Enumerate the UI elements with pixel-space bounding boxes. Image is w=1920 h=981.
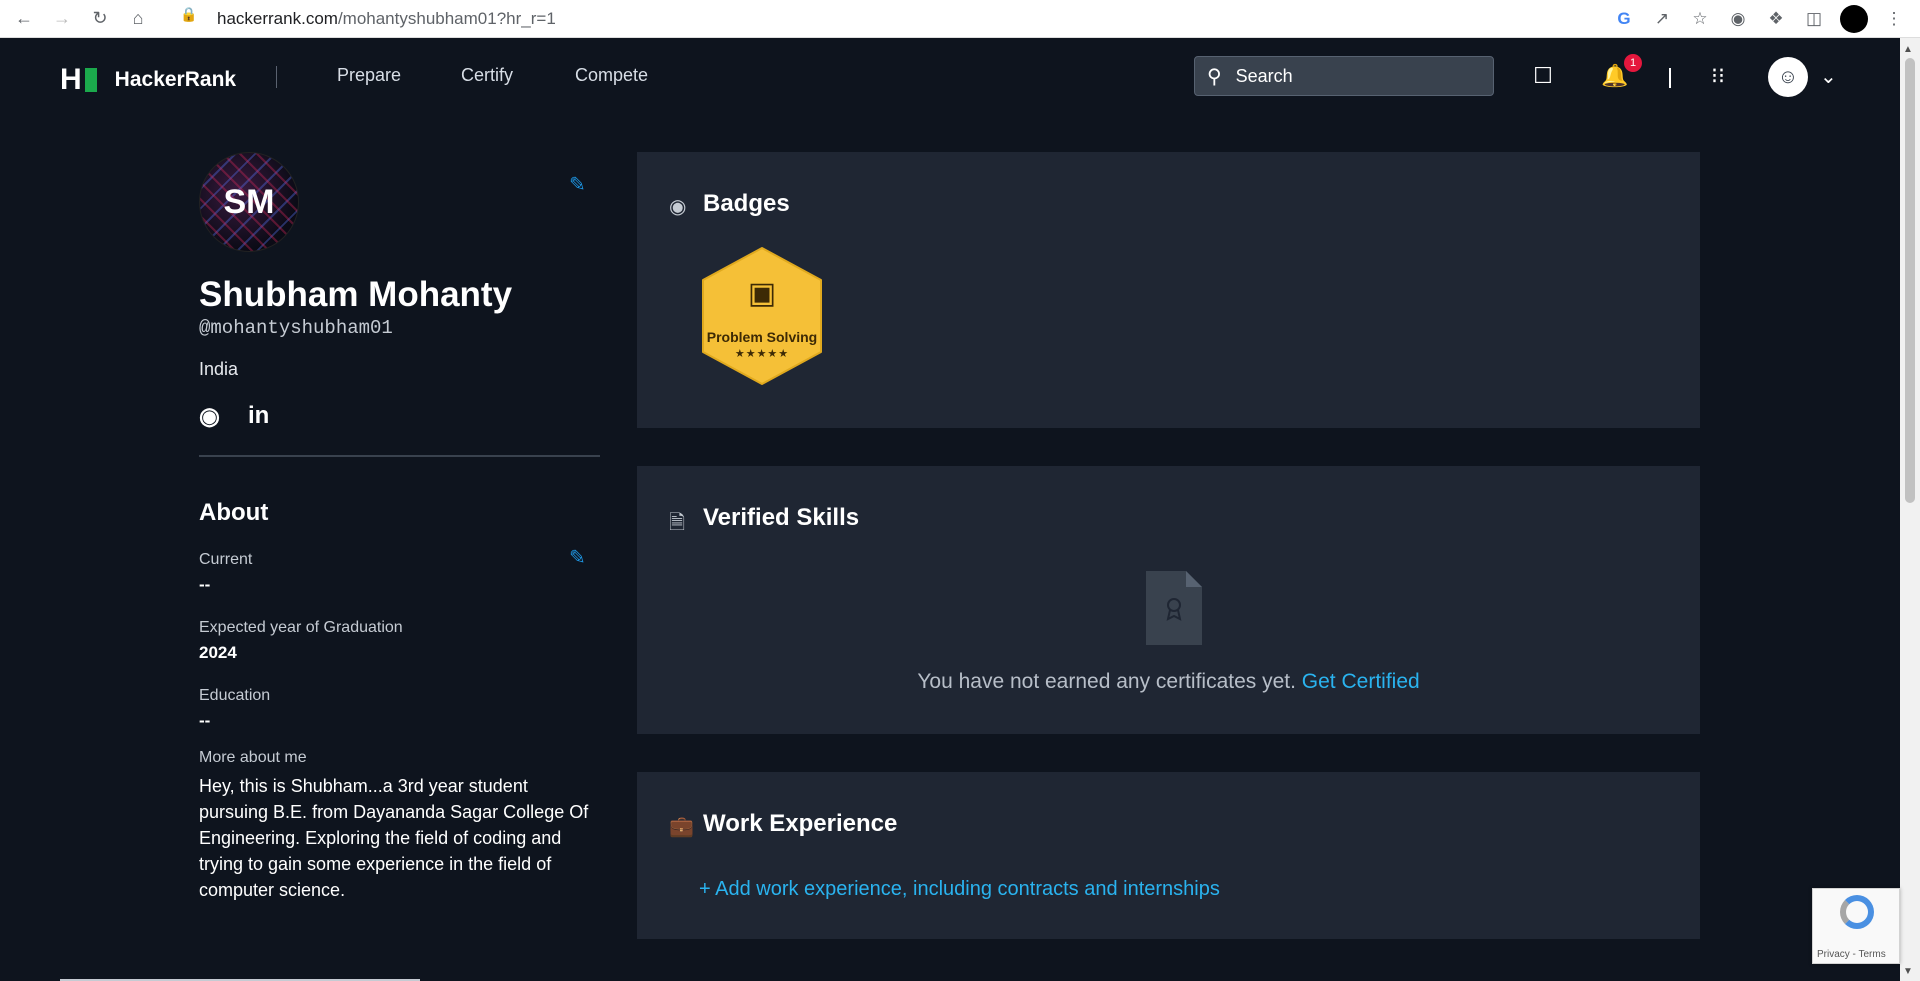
url-host: hackerrank.com bbox=[217, 9, 338, 28]
add-work-experience-link[interactable]: + Add work experience, including contrac… bbox=[699, 878, 1220, 901]
menu-dots-icon[interactable]: ⋮ bbox=[1882, 9, 1906, 29]
graduation-value: 2024 bbox=[199, 642, 237, 662]
edit-profile-icon[interactable]: ✎ bbox=[569, 172, 586, 197]
badges-title: Badges bbox=[703, 190, 790, 217]
no-certificates-text: You have not earned any certificates yet… bbox=[917, 670, 1296, 693]
recaptcha-footer[interactable]: Privacy - Terms bbox=[1817, 949, 1886, 960]
browser-actions: G ↗ ☆ ◉ ❖ ◫ ⋮ bbox=[1612, 5, 1906, 33]
share-icon[interactable]: ↗ bbox=[1650, 9, 1674, 29]
sidebar-icon[interactable]: ◫ bbox=[1802, 9, 1826, 29]
certificate-placeholder-icon bbox=[1146, 571, 1202, 645]
nav-divider bbox=[276, 66, 277, 88]
github-icon[interactable]: ◉ bbox=[199, 402, 220, 431]
lock-icon[interactable]: 🔒 bbox=[180, 6, 197, 23]
url-path: /mohantyshubham01?hr_r=1 bbox=[337, 9, 556, 28]
logo-letter: H bbox=[60, 63, 82, 96]
puzzle-icon[interactable]: ❖ bbox=[1764, 9, 1788, 29]
document-icon: 🗎 bbox=[669, 512, 686, 534]
more-about-label: More about me bbox=[199, 748, 307, 766]
badge-label: Problem Solving bbox=[706, 328, 818, 345]
more-about-text: Hey, this is Shubham...a 3rd year studen… bbox=[199, 775, 589, 900]
profile-sidebar: SM ✎ Shubham Mohanty @mohantyshubham01 I… bbox=[199, 152, 600, 903]
address-bar[interactable]: hackerrank.com/mohantyshubham01?hr_r=1 bbox=[217, 4, 556, 34]
logo-mark-icon: H bbox=[60, 65, 97, 95]
notification-count-badge: 1 bbox=[1624, 54, 1642, 72]
reload-icon[interactable]: ↻ bbox=[86, 5, 114, 33]
badge-problem-solving[interactable]: ▣ Problem Solving ★★★★★ bbox=[699, 246, 825, 386]
current-value: -- bbox=[199, 574, 211, 594]
graduation-label: Expected year of Graduation bbox=[199, 618, 403, 636]
messages-icon[interactable]: ☐ bbox=[1527, 60, 1559, 92]
google-icon[interactable]: G bbox=[1612, 9, 1636, 29]
avatar-initials: SM bbox=[223, 182, 275, 221]
site-navbar: H HackerRank Prepare Certify Compete ⚲ ☐… bbox=[0, 38, 1900, 115]
current-label: Current bbox=[199, 550, 253, 568]
scrollbar-thumb[interactable] bbox=[1905, 58, 1915, 503]
nav-prepare[interactable]: Prepare bbox=[337, 65, 401, 86]
scroll-up-icon[interactable]: ▲ bbox=[1903, 44, 1913, 55]
profile-country: India bbox=[199, 358, 239, 379]
nav-compete[interactable]: Compete bbox=[575, 65, 648, 86]
brand-name: HackerRank bbox=[114, 68, 237, 91]
badge-stars: ★★★★★ bbox=[734, 347, 790, 360]
profile-name: Shubham Mohanty bbox=[199, 275, 513, 314]
forward-icon[interactable]: → bbox=[48, 5, 76, 33]
logo-green-square bbox=[84, 68, 97, 92]
search-box[interactable]: ⚲ bbox=[1194, 56, 1494, 96]
work-experience-panel: 💼 Work Experience + Add work experience,… bbox=[637, 772, 1700, 939]
briefcase-icon: 💼 bbox=[669, 816, 694, 838]
verified-skills-panel: 🗎 Verified Skills You have not earned an… bbox=[637, 466, 1700, 734]
profile-divider bbox=[199, 454, 600, 457]
about-title: About bbox=[199, 498, 269, 526]
badge-cube-icon: ▣ bbox=[747, 277, 777, 310]
search-input[interactable] bbox=[1235, 65, 1466, 87]
chevron-down-icon[interactable]: ⌄ bbox=[1820, 64, 1837, 89]
browser-profile-avatar[interactable] bbox=[1840, 5, 1868, 33]
hackerrank-logo[interactable]: H HackerRank bbox=[60, 65, 236, 95]
extension-bug-icon[interactable]: ◉ bbox=[1726, 9, 1750, 29]
profile-handle: @mohantyshubham01 bbox=[199, 316, 393, 339]
search-icon: ⚲ bbox=[1207, 65, 1222, 88]
education-label: Education bbox=[199, 686, 271, 704]
recaptcha-widget[interactable]: Privacy - Terms bbox=[1812, 888, 1900, 964]
badges-panel: ◉ Badges ▣ Problem Solving ★★★★★ bbox=[637, 152, 1700, 428]
education-value: -- bbox=[199, 710, 211, 730]
badge-ribbon-icon: ◉ bbox=[669, 196, 687, 218]
scroll-down-icon[interactable]: ▼ bbox=[1903, 966, 1913, 977]
nav-certify[interactable]: Certify bbox=[461, 65, 513, 86]
badge-hexagon-shape bbox=[702, 247, 822, 385]
browser-toolbar: ← → ↻ ⌂ 🔒 hackerrank.com/mohantyshubham0… bbox=[0, 0, 1920, 38]
edit-about-icon[interactable]: ✎ bbox=[569, 545, 586, 570]
apps-grid-icon[interactable]: ⁝⁝ bbox=[1702, 60, 1734, 92]
nav-separator bbox=[1669, 68, 1671, 88]
linkedin-icon[interactable]: in bbox=[248, 402, 269, 430]
no-certificates-message: You have not earned any certificates yet… bbox=[637, 670, 1700, 694]
star-icon[interactable]: ☆ bbox=[1688, 9, 1712, 29]
home-icon[interactable]: ⌂ bbox=[124, 5, 152, 33]
profile-avatar: SM bbox=[199, 152, 299, 252]
get-certified-link[interactable]: Get Certified bbox=[1302, 670, 1420, 693]
back-icon[interactable]: ← bbox=[10, 5, 38, 33]
user-avatar-icon[interactable]: ☺ bbox=[1768, 57, 1808, 97]
verified-skills-title: Verified Skills bbox=[703, 504, 860, 531]
recaptcha-icon bbox=[1840, 895, 1874, 929]
social-links: ◉ in bbox=[199, 402, 600, 431]
work-experience-title: Work Experience bbox=[703, 810, 898, 837]
